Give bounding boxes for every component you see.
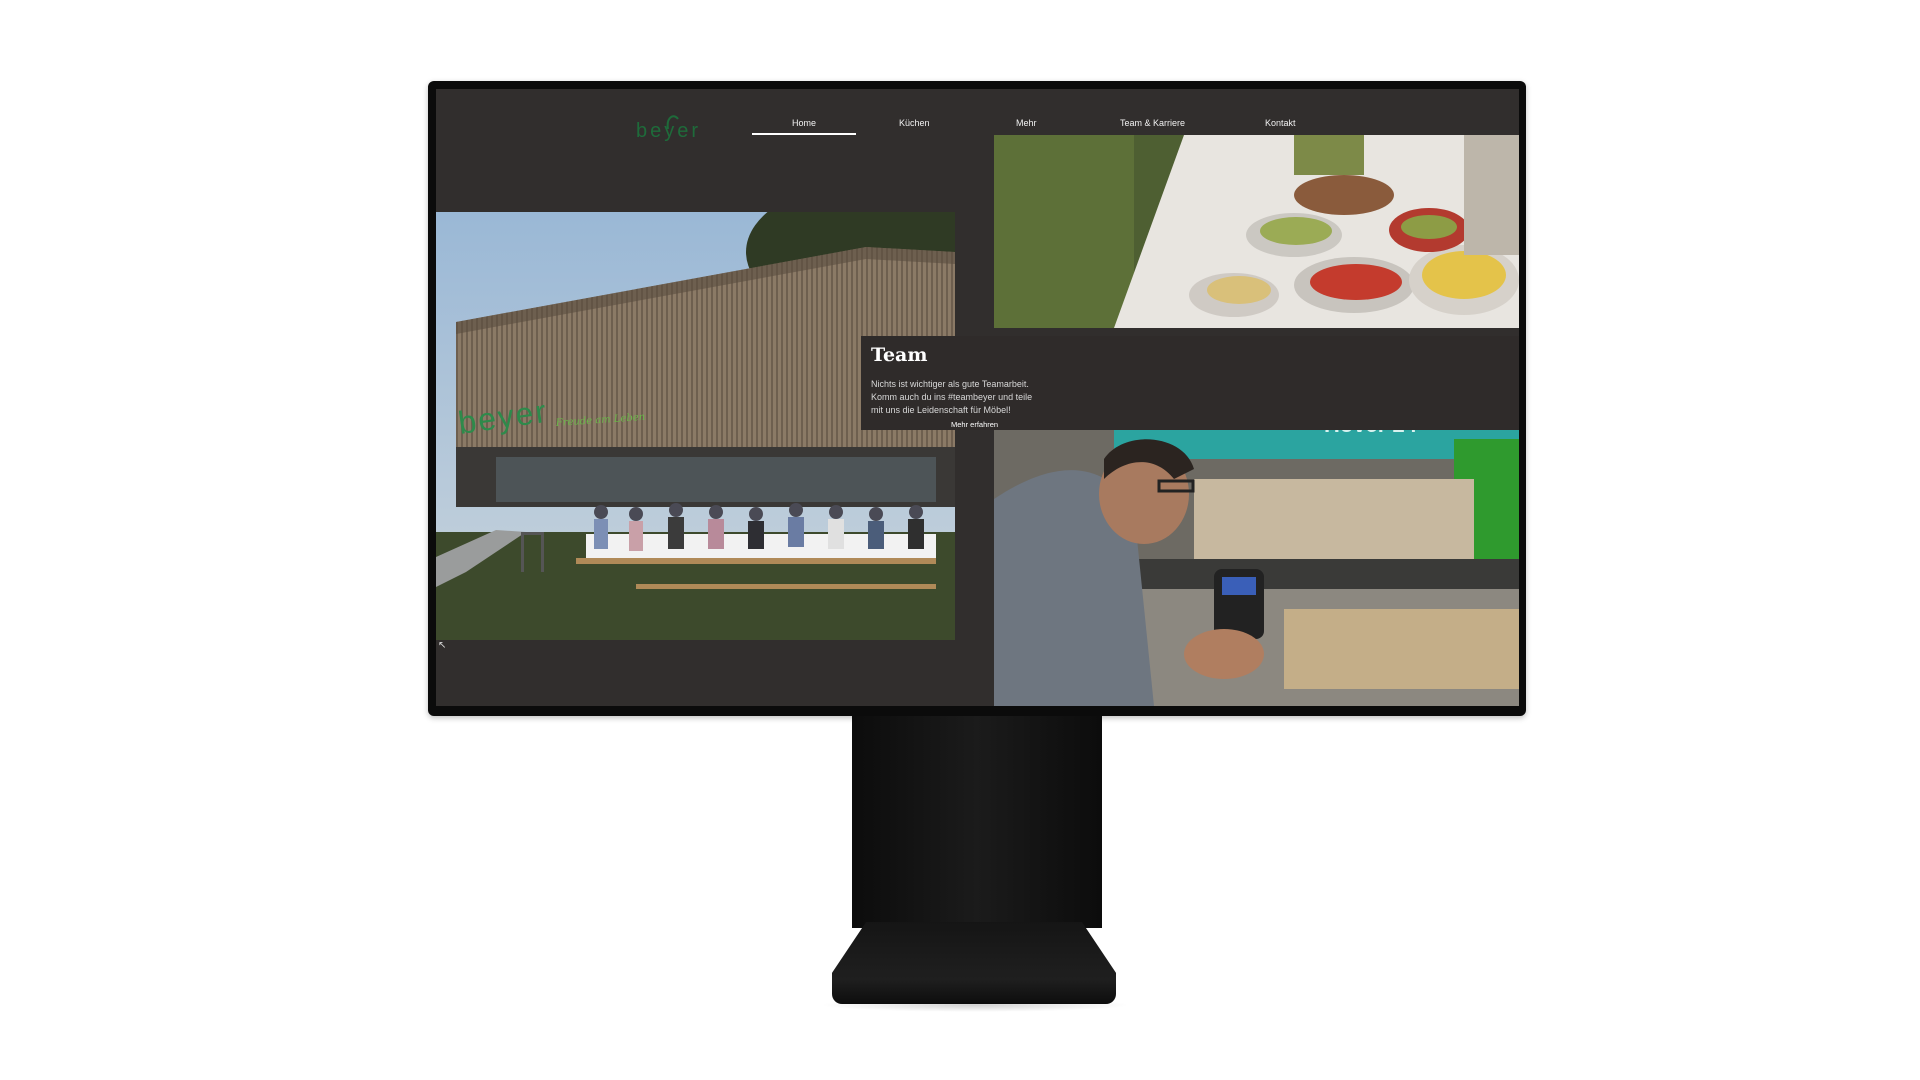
nav-item-kuechen[interactable]: Küchen (899, 118, 930, 128)
team-description: Nichts ist wichtiger als gute Teamarbeit… (871, 379, 1033, 415)
nav-item-kontakt[interactable]: Kontakt (1265, 118, 1296, 128)
website-screen: beyer Home Küchen Mehr Team & Karriere K… (436, 89, 1519, 706)
svg-text:beyer: beyer (636, 120, 701, 142)
mouse-cursor-icon: ↖ (438, 640, 447, 651)
cnc-machine-photo: Hover 24 (994, 419, 1519, 706)
buffet-photo (994, 135, 1519, 328)
nav-item-mehr[interactable]: Mehr (1016, 118, 1037, 128)
team-title: Team (871, 344, 928, 366)
monitor-stand-neck (852, 716, 1102, 928)
stand-shadow (820, 998, 1130, 1012)
nav-item-team-karriere[interactable]: Team & Karriere (1120, 118, 1185, 128)
mehr-erfahren-link[interactable]: Mehr erfahren (951, 420, 998, 429)
beyer-logo[interactable]: beyer (634, 107, 714, 143)
monitor-stand-base (832, 922, 1116, 1004)
team-card: Team Nichts ist wichtiger als gute Teama… (861, 336, 1519, 430)
nav-item-home[interactable]: Home (751, 118, 857, 135)
